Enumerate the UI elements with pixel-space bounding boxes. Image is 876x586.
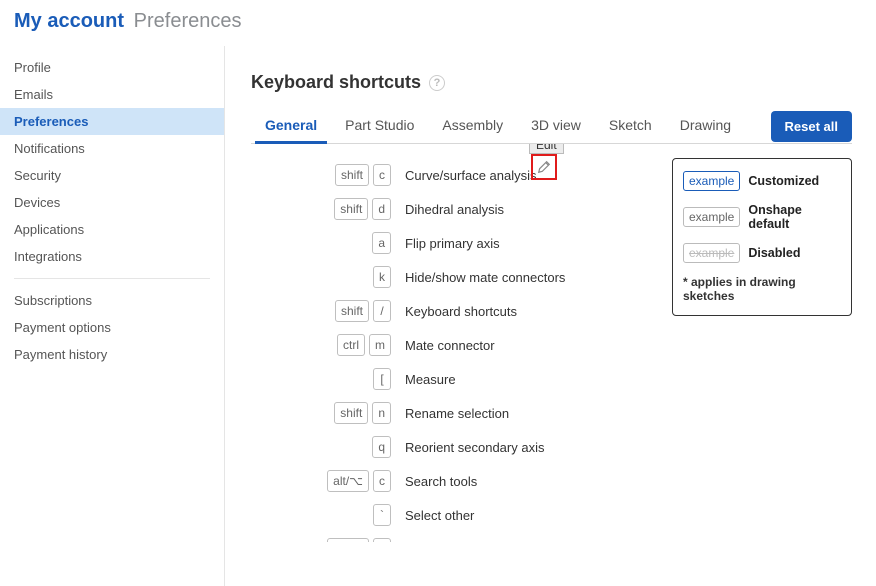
shortcut-row: a Flip primary axis (251, 226, 648, 260)
shortcut-label: Measure (405, 372, 456, 387)
tab-sketch[interactable]: Sketch (595, 109, 666, 143)
sidebar-item-security[interactable]: Security (0, 162, 224, 189)
header-account[interactable]: My account (14, 10, 124, 32)
keycap: t (373, 538, 391, 542)
keycap: k (373, 266, 391, 288)
shortcut-row: ` Select other (251, 498, 648, 532)
sidebar-item-subscriptions[interactable]: Subscriptions (0, 287, 224, 314)
tab-3d-view[interactable]: 3D view (517, 109, 595, 143)
section-title: Keyboard shortcuts (251, 72, 421, 93)
shortcut-label: Tab manager (405, 542, 481, 543)
keycap: q (372, 436, 391, 458)
tab-part-studio[interactable]: Part Studio (331, 109, 428, 143)
keycap: shift (335, 164, 369, 186)
sidebar-item-integrations[interactable]: Integrations (0, 243, 224, 270)
sidebar-item-profile[interactable]: Profile (0, 54, 224, 81)
legend-key-customized: example (683, 171, 740, 191)
keycap: c (373, 470, 391, 492)
sidebar-item-preferences[interactable]: Preferences (0, 108, 224, 135)
shortcut-label: Rename selection (405, 406, 509, 421)
keycap: alt/⌥ (327, 538, 369, 542)
keycap: m (369, 334, 391, 356)
keycap: n (372, 402, 391, 424)
tab-assembly[interactable]: Assembly (428, 109, 517, 143)
sidebar-item-payment-history[interactable]: Payment history (0, 341, 224, 368)
keycap: ctrl (337, 334, 365, 356)
page-header: My account Preferences (0, 0, 876, 46)
shortcut-row: shift/ Keyboard shortcuts (251, 294, 648, 328)
shortcut-label: Select other (405, 508, 474, 523)
edit-tooltip: Edit (529, 144, 564, 154)
sidebar-item-payment-options[interactable]: Payment options (0, 314, 224, 341)
sidebar-item-emails[interactable]: Emails (0, 81, 224, 108)
legend-label-customized: Customized (748, 174, 819, 188)
shortcut-label: Flip primary axis (405, 236, 500, 251)
shortcut-label: Mate connector (405, 338, 495, 353)
keycap: shift (334, 198, 368, 220)
sidebar: ProfileEmailsPreferencesNotificationsSec… (0, 46, 225, 586)
pencil-icon (537, 160, 551, 174)
shortcut-list[interactable]: shiftcCurve/surface analysisEditshiftdDi… (251, 144, 652, 542)
shortcut-row: alt/⌥ t Tab manager (251, 532, 648, 542)
legend-key-disabled: example (683, 243, 740, 263)
legend-label-default: Onshape default (748, 203, 841, 231)
tab-general[interactable]: General (251, 109, 331, 143)
keycap: / (373, 300, 391, 322)
main-panel: Keyboard shortcuts ? GeneralPart StudioA… (225, 46, 876, 586)
tab-drawing[interactable]: Drawing (666, 109, 745, 143)
shortcut-label: Hide/show mate connectors (405, 270, 565, 285)
keycap: shift (335, 300, 369, 322)
sidebar-item-notifications[interactable]: Notifications (0, 135, 224, 162)
reset-all-button[interactable]: Reset all (771, 111, 852, 142)
shortcut-row: shiftcCurve/surface analysisEdit (251, 158, 648, 192)
shortcut-row: shiftn Rename selection (251, 396, 648, 430)
shortcut-label: Search tools (405, 474, 477, 489)
shortcut-row: alt/⌥c Search tools (251, 464, 648, 498)
legend-box: example Customized example Onshape defau… (672, 158, 852, 316)
legend-key-default: example (683, 207, 740, 227)
legend-note: * applies in drawing sketches (683, 275, 841, 303)
shortcut-row: q Reorient secondary axis (251, 430, 648, 464)
shortcut-row: k Hide/show mate connectors (251, 260, 648, 294)
sidebar-item-applications[interactable]: Applications (0, 216, 224, 243)
shortcut-label: Reorient secondary axis (405, 440, 544, 455)
shortcut-row: [ Measure (251, 362, 648, 396)
sidebar-separator (14, 278, 210, 279)
shortcut-row: ctrlm Mate connector (251, 328, 648, 362)
keycap: ` (373, 504, 391, 526)
tab-bar: GeneralPart StudioAssembly3D viewSketchD… (251, 109, 852, 144)
edit-shortcut-button[interactable] (531, 154, 557, 180)
shortcut-row: shiftd Dihedral analysis (251, 192, 648, 226)
header-section: Preferences (134, 10, 242, 32)
shortcut-label: Curve/surface analysis (405, 168, 537, 183)
keycap: shift (334, 402, 368, 424)
sidebar-item-devices[interactable]: Devices (0, 189, 224, 216)
help-icon[interactable]: ? (429, 75, 445, 91)
keycap: alt/⌥ (327, 470, 369, 492)
keycap: a (372, 232, 391, 254)
keycap: d (372, 198, 391, 220)
shortcut-label: Keyboard shortcuts (405, 304, 517, 319)
legend-label-disabled: Disabled (748, 246, 800, 260)
shortcut-label: Dihedral analysis (405, 202, 504, 217)
keycap: [ (373, 368, 391, 390)
keycap: c (373, 164, 391, 186)
